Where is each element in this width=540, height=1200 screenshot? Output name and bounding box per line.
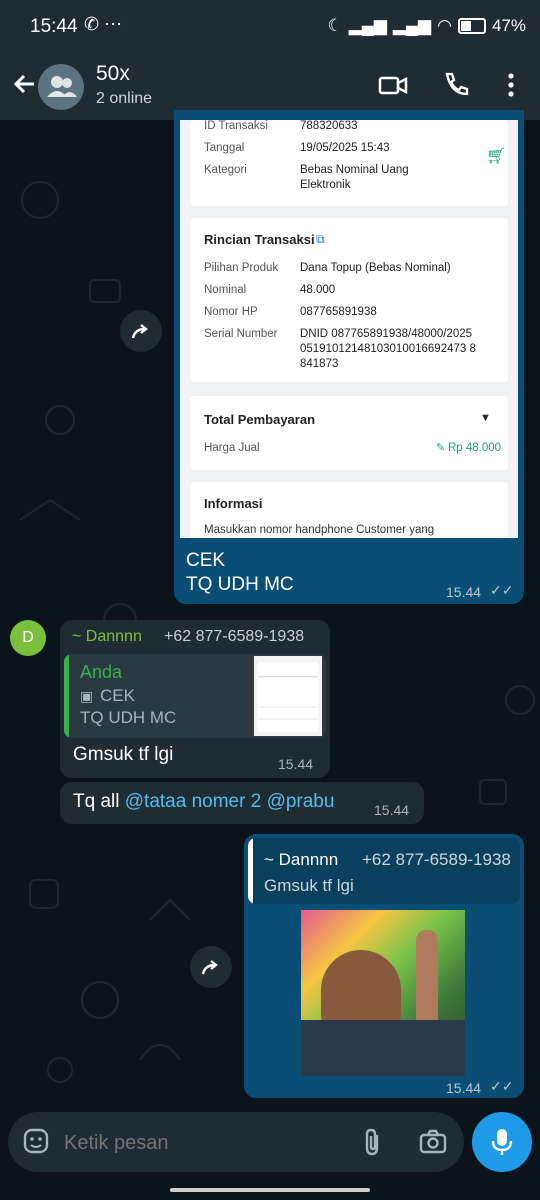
read-ticks-icon-2: ✓✓ bbox=[490, 1078, 514, 1094]
message-input-bar[interactable] bbox=[8, 1112, 464, 1172]
receipt-category-value-2: Elektronik bbox=[300, 179, 351, 191]
outgoing-reply-message[interactable]: ~ Dannnn +62 877-6589-1938 Gmsuk tf lgi … bbox=[244, 834, 524, 1098]
forward-button-2[interactable] bbox=[190, 946, 232, 988]
receipt-hp-value: 087765891938 bbox=[300, 306, 377, 318]
msg1-line2: TQ UDH MC bbox=[186, 574, 294, 595]
receipt-id-value: 788320633 bbox=[300, 120, 358, 132]
group-avatar[interactable] bbox=[38, 64, 84, 110]
message-input[interactable] bbox=[62, 1126, 336, 1160]
receipt-nominal-value: 48.000 bbox=[300, 284, 336, 296]
moon-icon: ☾ bbox=[327, 16, 343, 35]
signal-icon-2: ▂▄▆ bbox=[392, 16, 432, 35]
forward-button[interactable] bbox=[120, 310, 162, 352]
cart-icon: 🛒︎ bbox=[486, 148, 507, 165]
chat-subtitle: 2 online bbox=[96, 90, 153, 107]
attach-icon[interactable] bbox=[360, 1127, 386, 1157]
sender-phone: +62 877-6589-1938 bbox=[164, 628, 305, 645]
more-options-icon[interactable] bbox=[498, 70, 528, 100]
battery-percent: 47% bbox=[491, 16, 526, 35]
signal-icon: ▂▄▆ bbox=[348, 16, 387, 35]
copy-icon: ⧉ bbox=[316, 232, 325, 246]
voice-call-icon[interactable] bbox=[441, 70, 471, 100]
msg3-text: Tq all @tataa nomer 2 @prabu bbox=[73, 791, 334, 813]
receipt-serial-line2: 05191012148103010016692473 8 bbox=[300, 343, 476, 355]
receipt-nominal-label: Nominal bbox=[204, 284, 247, 296]
quoted-message-out[interactable]: ~ Dannnn +62 877-6589-1938 Gmsuk tf lgi bbox=[248, 838, 520, 904]
receipt-price-value: Rp 48.000 bbox=[448, 442, 502, 454]
receipt-product-label: Pilihan Produk bbox=[204, 262, 279, 274]
receipt-total-card: Total Pembayaran ▼ Harga Jual ✎ Rp 48.00… bbox=[190, 396, 508, 470]
receipt-detail-card: Rincian Transaksi ⧉ Pilihan Produk Dana … bbox=[190, 218, 508, 382]
read-ticks-icon: ✓✓ bbox=[490, 582, 514, 598]
receipt-info-text: Masukkan nomor handphone Customer yang bbox=[204, 524, 435, 536]
status-bar: 15:44 ✆ ⋯ ☾ ▂▄▆ ▂▄▆ ◠ 47% bbox=[0, 0, 540, 52]
quote-text: Gmsuk tf lgi bbox=[264, 876, 354, 895]
receipt-product-value: Dana Topup (Bebas Nominal) bbox=[300, 262, 451, 274]
quote-line1: CEK bbox=[100, 686, 135, 705]
dropdown-caret-icon: ▼ bbox=[480, 412, 491, 424]
quote-thumbnail bbox=[254, 656, 322, 736]
quote-line2: TQ UDH MC bbox=[80, 708, 177, 727]
receipt-image[interactable]: ID Transaksi 788320633 Tanggal 19/05/202… bbox=[180, 120, 518, 538]
edit-icon: ✎ bbox=[436, 442, 446, 454]
incoming-text-message[interactable]: Tq all @tataa nomer 2 @prabu 15.44 bbox=[60, 782, 424, 824]
receipt-date-label: Tanggal bbox=[204, 142, 245, 154]
msg4-time: 15.44 bbox=[446, 1080, 482, 1096]
receipt-hp-label: Nomor HP bbox=[204, 306, 258, 318]
sender-name[interactable]: ~ Dannnn bbox=[72, 628, 142, 646]
receipt-summary-card: ID Transaksi 788320633 Tanggal 19/05/202… bbox=[190, 120, 508, 206]
quote-author: Anda bbox=[80, 662, 123, 682]
receipt-date-value: 19/05/2025 15:43 bbox=[300, 142, 390, 154]
msg3-time: 15.44 bbox=[374, 802, 410, 818]
video-call-icon[interactable] bbox=[378, 70, 408, 100]
receipt-serial-label: Serial Number bbox=[204, 328, 278, 340]
forward-icon-2 bbox=[201, 960, 218, 975]
msg3-plain: Tq all bbox=[73, 791, 125, 812]
msg2-text: Gmsuk tf lgi bbox=[73, 744, 174, 765]
receipt-detail-title: Rincian Transaksi bbox=[204, 232, 315, 247]
forward-icon bbox=[131, 324, 148, 339]
receipt-category-label: Kategori bbox=[204, 164, 247, 176]
status-time: 15:44 bbox=[30, 16, 78, 37]
receipt-info-title: Informasi bbox=[204, 496, 263, 511]
mention-link-2[interactable]: @prabu bbox=[267, 791, 335, 812]
receipt-info-card: Informasi Masukkan nomor handphone Custo… bbox=[190, 482, 508, 538]
mic-icon bbox=[491, 1129, 513, 1155]
chat-title[interactable]: 50x bbox=[96, 62, 130, 86]
image-icon: ▣ bbox=[80, 688, 94, 704]
back-arrow-icon[interactable] bbox=[8, 68, 40, 100]
msg2-time: 15.44 bbox=[278, 756, 314, 772]
whatsapp-notification-icon: ✆ ⋯ bbox=[84, 14, 123, 34]
status-icons: ☾ ▂▄▆ ▂▄▆ ◠ 47% bbox=[327, 16, 526, 36]
msg1-time: 15.44 bbox=[446, 584, 482, 600]
sender-avatar[interactable]: D bbox=[10, 620, 46, 656]
receipt-serial-line1: DNID 087765891938/48000/2025 bbox=[300, 328, 473, 340]
receipt-id-label: ID Transaksi bbox=[204, 120, 268, 132]
incoming-reply-message[interactable]: ~ Dannnn +62 877-6589-1938 Anda ▣ CEK TQ… bbox=[60, 620, 330, 778]
msg1-line1: CEK bbox=[186, 550, 226, 571]
emoji-sticker-icon[interactable] bbox=[22, 1127, 52, 1157]
receipt-total-title: Total Pembayaran bbox=[204, 412, 316, 427]
camera-icon[interactable] bbox=[418, 1127, 448, 1157]
mention-link[interactable]: @tataa nomer 2 bbox=[125, 791, 262, 812]
receipt-serial-line3: 841873 bbox=[300, 358, 339, 370]
photo-image[interactable] bbox=[301, 910, 465, 1076]
quote-phone: +62 877-6589-1938 bbox=[362, 850, 511, 869]
wifi-icon: ◠ bbox=[437, 16, 452, 35]
home-gesture-handle[interactable] bbox=[170, 1188, 370, 1192]
quoted-message[interactable]: Anda ▣ CEK TQ UDH MC bbox=[64, 654, 326, 738]
receipt-category-value: Bebas Nominal Uang bbox=[300, 164, 409, 176]
receipt-price-label: Harga Jual bbox=[204, 442, 260, 454]
voice-record-button[interactable] bbox=[472, 1112, 532, 1172]
battery-icon bbox=[457, 18, 486, 34]
quote-sender: ~ Dannnn bbox=[264, 850, 339, 869]
